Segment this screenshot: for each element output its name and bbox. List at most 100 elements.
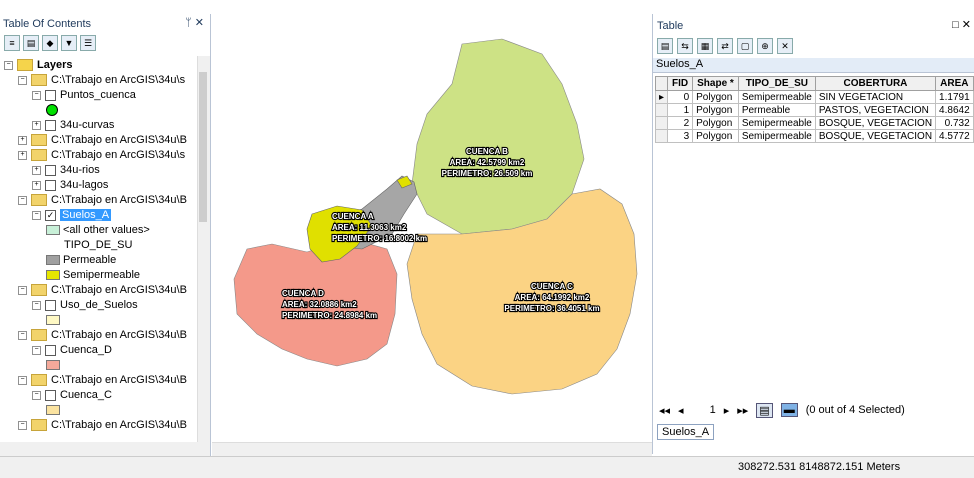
expand-icon[interactable]: −	[18, 420, 27, 430]
table-cell[interactable]: PASTOS, VEGETACION	[814, 103, 937, 117]
expand-icon[interactable]: −	[18, 75, 27, 85]
expand-icon[interactable]: −	[18, 195, 27, 205]
table-cell[interactable]: Polygon	[692, 116, 739, 130]
table-cell[interactable]: 0	[667, 90, 694, 104]
table-row[interactable]: 2 Polygon Semipermeable BOSQUE, VEGETACION 0…	[654, 116, 974, 130]
show-selected-records-icon[interactable]: ▬	[780, 403, 798, 417]
row-selector[interactable]	[654, 116, 669, 130]
toc-scroll-thumb[interactable]	[199, 72, 207, 222]
expand-icon[interactable]: −	[32, 300, 41, 310]
visibility-checkbox[interactable]	[45, 89, 56, 101]
table-row[interactable]: 1 Polygon Permeable PASTOS, VEGETACION 4.864…	[654, 103, 974, 117]
map-horizontal-scrollbar[interactable]	[212, 442, 652, 457]
toc-item-folder[interactable]: − C:\Trabajo en ArcGIS\34u\s	[18, 73, 185, 88]
toc-pin-close-buttons[interactable]: ᛘ ✕	[185, 16, 204, 29]
column-header[interactable]: FID	[667, 76, 694, 91]
cuenca-b-polygon[interactable]	[411, 38, 585, 235]
expand-icon[interactable]: +	[18, 135, 27, 145]
visibility-checkbox[interactable]: ✓	[45, 209, 56, 221]
delete-selected-icon[interactable]: ✕	[777, 38, 793, 54]
expand-icon[interactable]: −	[32, 345, 41, 355]
list-by-visibility-icon[interactable]: ◆	[42, 35, 58, 51]
table-cell[interactable]: 3	[667, 129, 694, 143]
table-cell[interactable]: Polygon	[692, 90, 739, 104]
expand-icon[interactable]: −	[18, 330, 27, 340]
row-selector[interactable]: ▸	[654, 90, 669, 104]
toc-item-layer[interactable]: − Uso_de_Suelos	[32, 298, 138, 313]
toc-item-layer[interactable]: − ✓ Suelos_A	[32, 208, 112, 223]
map-view[interactable]: CUENCA B AREA: 42.5799 km2 PERIMETRO: 26.5…	[212, 14, 652, 442]
expand-icon[interactable]: −	[18, 285, 27, 295]
last-record-button[interactable]: ▸▸	[737, 404, 748, 417]
zoom-to-selected-icon[interactable]: ⊕	[757, 38, 773, 54]
column-header[interactable]: COBERTURA	[814, 76, 937, 91]
table-cell[interactable]: BOSQUE, VEGETACION	[814, 129, 937, 143]
table-row[interactable]: ▸ 0 Polygon Semipermeable SIN VEGETACION 1.17…	[654, 90, 974, 104]
visibility-checkbox[interactable]	[45, 164, 56, 176]
table-cell[interactable]: 2	[667, 116, 694, 130]
toc-horizontal-scrollbar[interactable]	[0, 442, 210, 456]
expand-icon[interactable]: −	[32, 390, 41, 400]
expand-icon[interactable]: −	[32, 90, 41, 100]
table-cell[interactable]: Semipermeable	[737, 90, 816, 104]
list-by-drawing-order-icon[interactable]: ≡	[4, 35, 20, 51]
expand-icon[interactable]: +	[32, 165, 41, 175]
toc-item-root[interactable]: − Layers	[4, 58, 72, 73]
table-cell[interactable]: 0.732	[935, 116, 974, 130]
visibility-checkbox[interactable]	[45, 179, 56, 191]
table-cell[interactable]: Polygon	[692, 103, 739, 117]
toc-item-folder[interactable]: − C:\Trabajo en ArcGIS\34u\B	[18, 283, 187, 298]
table-window-controls[interactable]: □ ✕	[952, 18, 971, 31]
table-row[interactable]: 3 Polygon Semipermeable BOSQUE, VEGETACION 4…	[654, 129, 974, 143]
table-cell[interactable]: 4.8642	[935, 103, 974, 117]
toc-item-legend[interactable]: <all other values>	[46, 223, 150, 238]
expand-icon[interactable]: +	[18, 150, 27, 160]
list-by-source-icon[interactable]: ▤	[23, 35, 39, 51]
table-tab-suelos-a[interactable]: Suelos_A	[657, 424, 715, 440]
table-cell[interactable]: 4.5772	[935, 129, 974, 143]
column-header[interactable]: AREA	[935, 76, 974, 91]
toc-item-swatchonly[interactable]	[46, 358, 63, 373]
column-header[interactable]: TIPO_DE_SU	[737, 76, 816, 91]
toc-item-swatchonly[interactable]	[46, 403, 63, 418]
toc-item-legend[interactable]: Permeable	[46, 253, 116, 268]
visibility-checkbox[interactable]	[45, 389, 56, 401]
table-cell[interactable]: SIN VEGETACION	[814, 90, 937, 104]
clear-selection-icon[interactable]: ▢	[737, 38, 753, 54]
table-cell[interactable]: BOSQUE, VEGETACION	[814, 116, 937, 130]
toc-item-layer[interactable]: +34u-curvas	[32, 118, 114, 133]
switch-selection-icon[interactable]: ⇄	[717, 38, 733, 54]
table-cell[interactable]: Semipermeable	[737, 129, 816, 143]
toc-item-layer[interactable]: − Cuenca_C	[32, 388, 112, 403]
visibility-checkbox[interactable]	[45, 299, 56, 311]
toc-item-folder[interactable]: − C:\Trabajo en ArcGIS\34u\B	[18, 328, 187, 343]
table-cell[interactable]: 1.1791	[935, 90, 974, 104]
column-header[interactable]: Shape *	[692, 76, 739, 91]
toc-item-legend[interactable]: Semipermeable	[46, 268, 140, 283]
row-selector[interactable]	[654, 129, 669, 143]
toc-item-text[interactable]: TIPO_DE_SU	[46, 238, 132, 253]
visibility-checkbox[interactable]	[45, 344, 56, 356]
related-tables-icon[interactable]: ⇆	[677, 38, 693, 54]
record-number[interactable]: 1	[710, 404, 716, 416]
toc-item-folder[interactable]: + C:\Trabajo en ArcGIS\34u\s	[18, 148, 185, 163]
table-cell[interactable]: Polygon	[692, 129, 739, 143]
expand-icon[interactable]: −	[32, 210, 41, 220]
toc-item-folder[interactable]: − C:\Trabajo en ArcGIS\34u\B	[18, 418, 187, 433]
table-cell[interactable]: Permeable	[737, 103, 816, 117]
previous-record-button[interactable]: ◂	[678, 404, 684, 417]
first-record-button[interactable]: ◂◂	[659, 404, 670, 417]
toc-item-layer[interactable]: − Puntos_cuenca	[32, 88, 136, 103]
table-options-icon[interactable]: ▤	[657, 38, 673, 54]
expand-icon[interactable]: −	[18, 375, 27, 385]
table-cell[interactable]: 1	[667, 103, 694, 117]
toc-item-layer[interactable]: +34u-rios	[32, 163, 100, 178]
options-icon[interactable]: ☰	[80, 35, 96, 51]
select-by-attributes-icon[interactable]: ▦	[697, 38, 713, 54]
toc-item-swatchonly[interactable]	[46, 313, 63, 328]
toc-item-layer[interactable]: +34u-lagos	[32, 178, 108, 193]
collapse-icon[interactable]: −	[4, 60, 13, 70]
expand-icon[interactable]: +	[32, 180, 41, 190]
show-all-records-icon[interactable]: ▤	[756, 402, 773, 418]
row-selector[interactable]	[654, 103, 669, 117]
